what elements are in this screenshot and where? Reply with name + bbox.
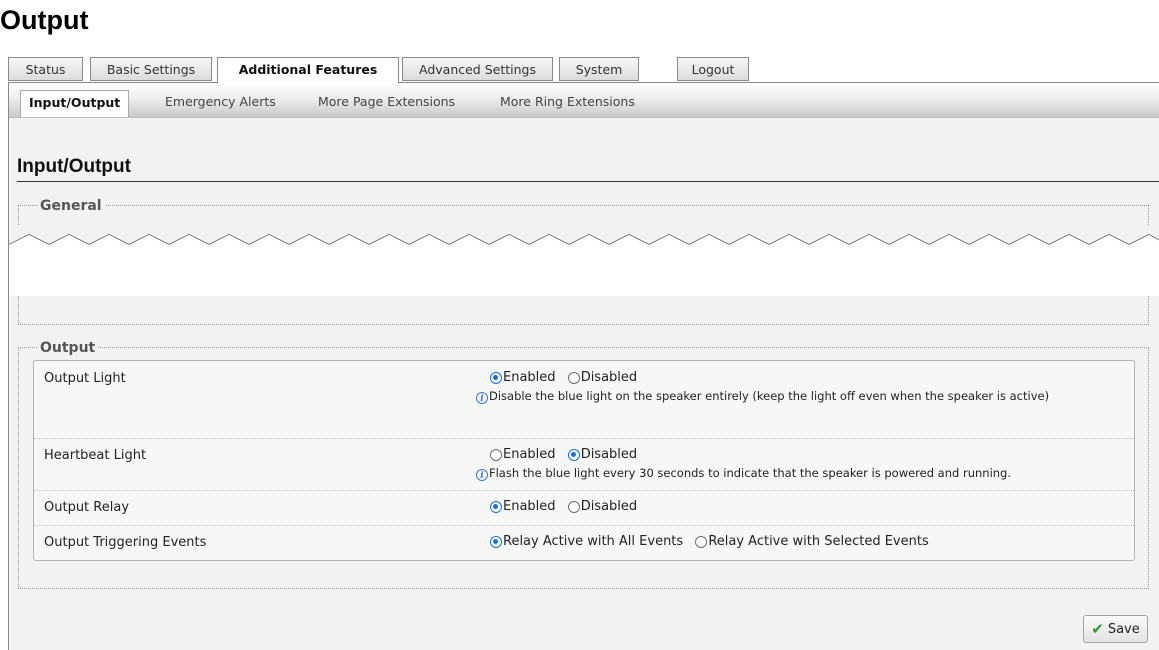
- tab-system[interactable]: System: [559, 57, 639, 81]
- top-tab-bar: Status Basic Settings Additional Feature…: [8, 57, 1159, 84]
- info-icon: i: [476, 469, 488, 481]
- tab-additional-features[interactable]: Additional Features: [217, 57, 399, 84]
- radio-checked-icon[interactable]: [490, 535, 502, 548]
- radio-enabled[interactable]: Enabled: [490, 499, 556, 514]
- radio-group-heartbeat-light: Enabled Disabled: [490, 447, 645, 465]
- checkmark-icon: ✔: [1091, 620, 1104, 638]
- help-text-content: Flash the blue light every 30 seconds to…: [489, 466, 1012, 480]
- tab-basic-settings[interactable]: Basic Settings: [90, 57, 212, 81]
- radio-unchecked-icon[interactable]: [567, 500, 580, 513]
- save-button-label: Save: [1107, 621, 1140, 637]
- radio-enabled[interactable]: Enabled: [490, 447, 556, 462]
- radio-enabled[interactable]: Enabled: [490, 370, 556, 385]
- radio-checked-icon[interactable]: [567, 448, 580, 461]
- setting-row-output-triggering-events: Output Triggering Events Relay Active wi…: [34, 525, 1134, 560]
- radio-unchecked-icon[interactable]: [695, 535, 708, 548]
- radio-unchecked-icon[interactable]: [490, 448, 502, 461]
- radio-label: Relay Active with Selected Events: [708, 534, 929, 549]
- radio-disabled[interactable]: Disabled: [567, 499, 638, 514]
- radio-label: Enabled: [503, 447, 556, 462]
- radio-label: Relay Active with All Events: [503, 534, 684, 549]
- help-text: i Disable the blue light on the speaker e…: [476, 388, 1116, 405]
- sub-tab-bar: Input/Output Emergency Alerts More Page …: [9, 83, 1159, 118]
- heading-divider: [17, 181, 1159, 182]
- torn-edge-break: [9, 226, 1159, 296]
- radio-disabled[interactable]: Disabled: [567, 447, 638, 462]
- row-label: Heartbeat Light: [44, 448, 147, 463]
- tab-status[interactable]: Status: [8, 57, 83, 81]
- tab-advanced-settings[interactable]: Advanced Settings: [402, 57, 553, 81]
- save-button[interactable]: ✔ Save: [1083, 615, 1148, 643]
- output-settings-table: Output Light Enabled Disabled i Disable t…: [33, 360, 1135, 561]
- radio-group-triggering-events: Relay Active with All Events Relay Activ…: [490, 534, 937, 552]
- radio-label: Enabled: [503, 370, 556, 385]
- subtab-more-ring-extensions[interactable]: More Ring Extensions: [500, 90, 635, 114]
- row-label: Output Triggering Events: [44, 535, 207, 550]
- radio-all-events[interactable]: Relay Active with All Events: [490, 534, 683, 549]
- content-panel: Input/Output Emergency Alerts More Page …: [8, 83, 1159, 650]
- setting-row-heartbeat-light: Heartbeat Light Enabled Disabled i Flash …: [34, 438, 1134, 491]
- subtab-emergency-alerts[interactable]: Emergency Alerts: [165, 90, 276, 114]
- general-legend: General: [37, 197, 105, 215]
- radio-checked-icon[interactable]: [490, 371, 502, 384]
- subtab-more-page-extensions[interactable]: More Page Extensions: [318, 90, 455, 114]
- radio-label: Disabled: [580, 499, 638, 514]
- radio-group-output-relay: Enabled Disabled: [490, 499, 645, 517]
- subtab-input-output[interactable]: Input/Output: [20, 90, 130, 117]
- output-legend: Output: [37, 339, 99, 357]
- radio-checked-icon[interactable]: [490, 500, 502, 513]
- radio-selected-events[interactable]: Relay Active with Selected Events: [695, 534, 929, 549]
- help-text: i Flash the blue light every 30 seconds t…: [476, 465, 1116, 482]
- row-label: Output Light: [44, 371, 126, 386]
- page-heading: Input/Output: [17, 156, 131, 177]
- info-icon: i: [476, 392, 488, 404]
- row-label: Output Relay: [44, 500, 130, 515]
- radio-label: Disabled: [580, 447, 638, 462]
- radio-group-output-light: Enabled Disabled: [490, 370, 645, 388]
- tab-logout[interactable]: Logout: [677, 57, 749, 81]
- help-text-content: Disable the blue light on the speaker en…: [489, 389, 1050, 403]
- radio-disabled[interactable]: Disabled: [567, 370, 638, 385]
- setting-row-output-relay: Output Relay Enabled Disabled: [34, 490, 1134, 526]
- document-title: Output: [0, 5, 89, 35]
- radio-unchecked-icon[interactable]: [567, 371, 580, 384]
- radio-label: Disabled: [580, 370, 638, 385]
- setting-row-output-light: Output Light Enabled Disabled i Disable t…: [34, 361, 1134, 439]
- radio-label: Enabled: [503, 499, 556, 514]
